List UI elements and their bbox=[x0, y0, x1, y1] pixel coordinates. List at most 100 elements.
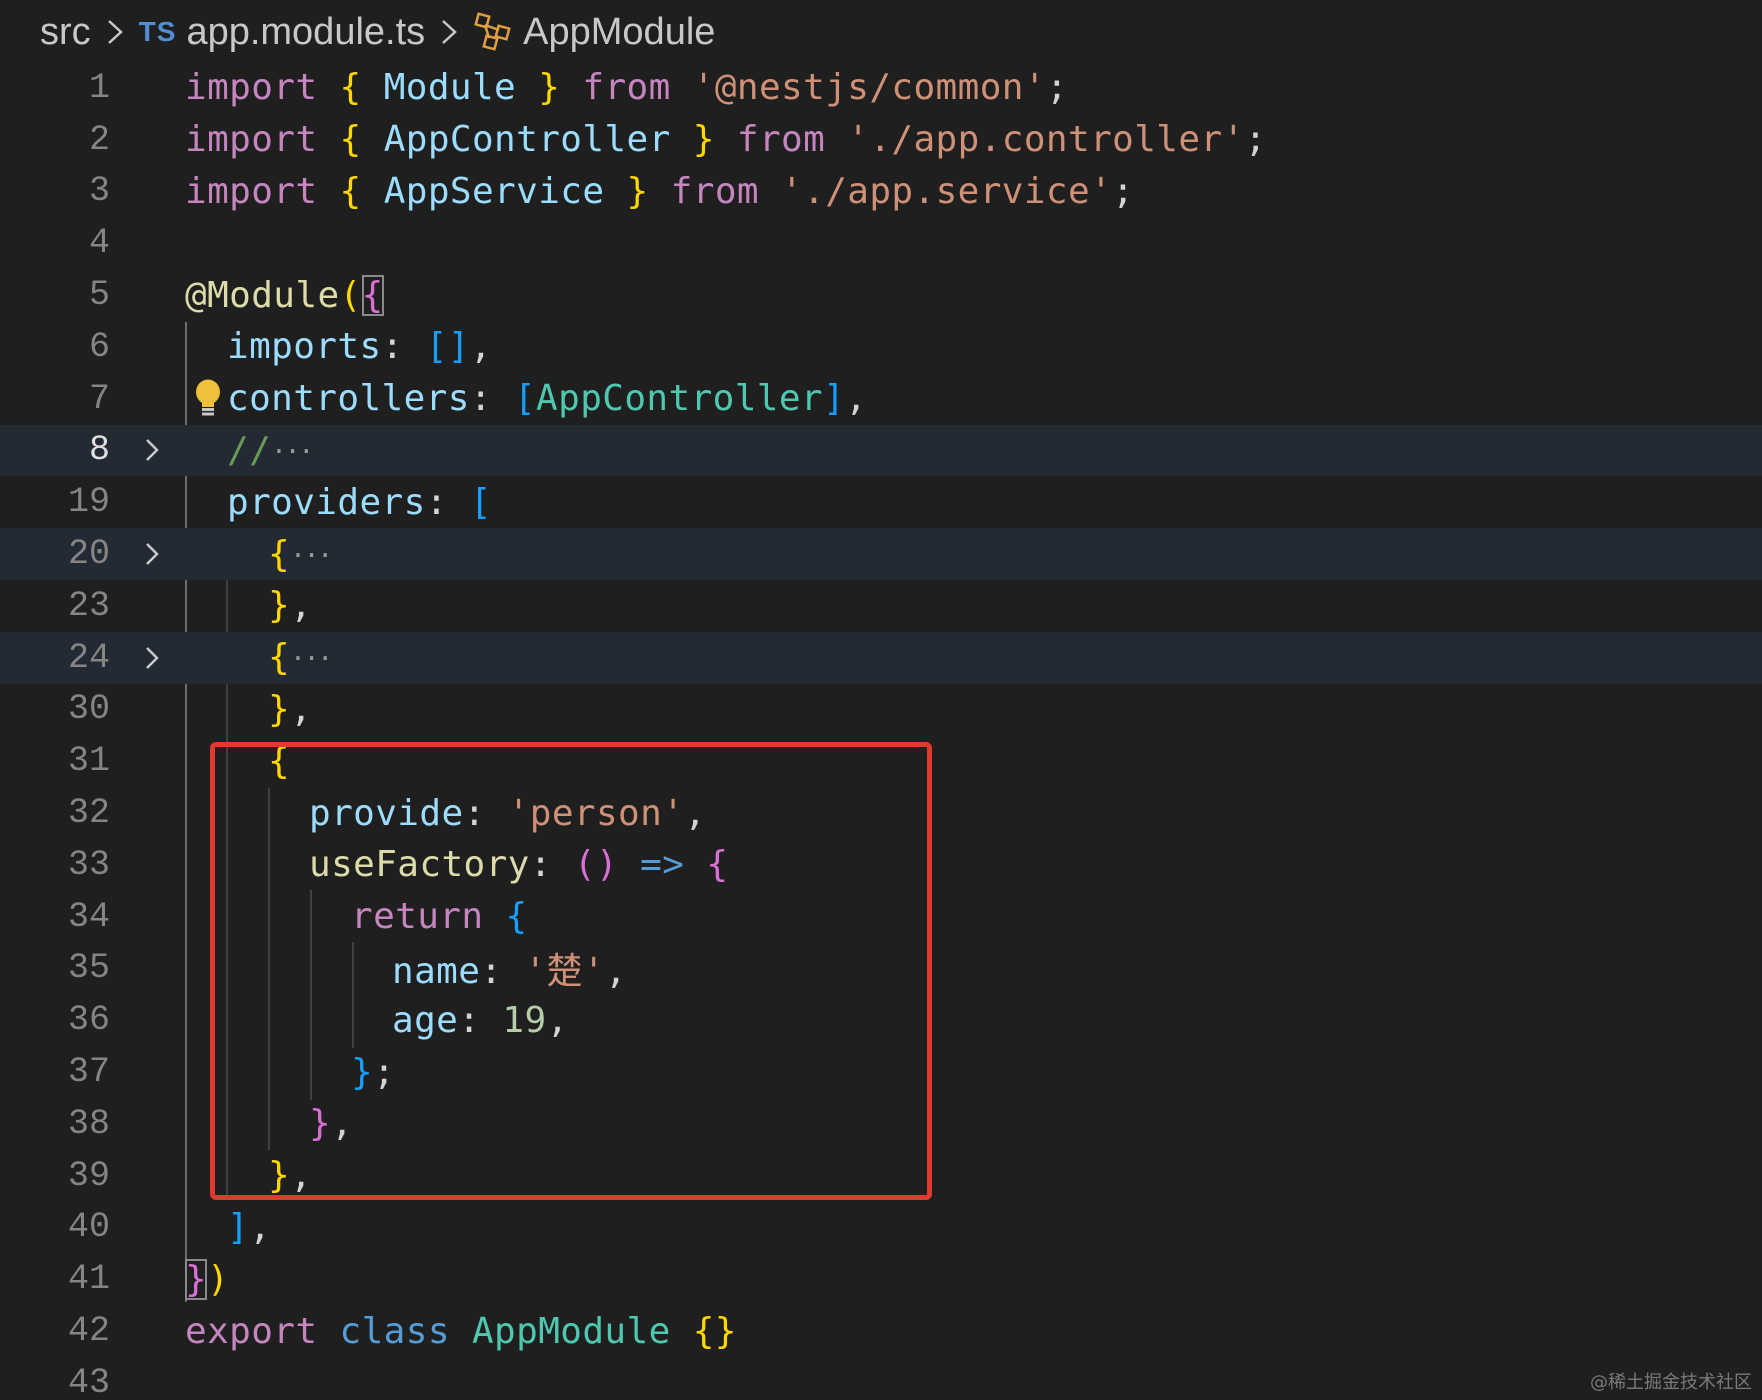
code-line[interactable]: 38 }, bbox=[0, 1098, 1762, 1150]
code-line-folded[interactable]: 8 //··· bbox=[0, 424, 1762, 477]
code-token: 19 bbox=[502, 999, 547, 1041]
code-token: [ bbox=[469, 481, 492, 523]
line-number: 32 bbox=[67, 793, 110, 834]
code-line[interactable]: 23 }, bbox=[0, 580, 1762, 632]
line-number: 7 bbox=[88, 378, 110, 419]
code-token: } bbox=[309, 1103, 332, 1145]
code-lines[interactable]: 1 import { Module } from '@nestjs/common… bbox=[0, 62, 1762, 1400]
code-token: { bbox=[339, 170, 362, 212]
line-number: 3 bbox=[88, 171, 110, 212]
breadcrumb-file[interactable]: app.module.ts bbox=[186, 11, 425, 54]
code-line[interactable]: 34 return { bbox=[0, 891, 1762, 943]
code-line[interactable]: 19 providers: [ bbox=[0, 476, 1762, 528]
code-line[interactable]: 3 import { AppService } from './app.serv… bbox=[0, 166, 1762, 218]
code-token: { bbox=[268, 740, 291, 782]
code-line[interactable]: 37 }; bbox=[0, 1046, 1762, 1098]
code-token: import bbox=[185, 119, 318, 161]
code-token: import bbox=[185, 170, 318, 212]
line-number: 1 bbox=[88, 67, 110, 108]
chevron-right-icon bbox=[105, 15, 125, 49]
fold-ellipsis[interactable]: ··· bbox=[271, 437, 314, 467]
code-line[interactable]: 43 bbox=[0, 1357, 1762, 1400]
code-token: , bbox=[290, 1155, 313, 1197]
code-line[interactable]: 7 controllers: [AppController], bbox=[0, 373, 1762, 425]
code-line[interactable]: 40 ], bbox=[0, 1202, 1762, 1254]
code-token: , bbox=[845, 378, 868, 420]
code-line[interactable]: 33 useFactory: () => { bbox=[0, 839, 1762, 891]
code-token: AppController bbox=[383, 119, 671, 161]
fold-ellipsis[interactable]: ··· bbox=[290, 644, 333, 674]
code-token: } bbox=[268, 688, 291, 730]
line-number: 34 bbox=[67, 896, 110, 937]
code-token: ; bbox=[1045, 67, 1069, 109]
code-line[interactable]: 30 }, bbox=[0, 684, 1762, 736]
breadcrumb-folder[interactable]: src bbox=[40, 11, 91, 54]
code-line[interactable]: 32 provide: 'person', bbox=[0, 787, 1762, 839]
line-number: 36 bbox=[67, 1000, 110, 1041]
code-token: name bbox=[392, 951, 481, 993]
lightbulb-icon[interactable] bbox=[193, 378, 223, 418]
chevron-right-icon[interactable] bbox=[140, 433, 164, 467]
line-number: 6 bbox=[88, 326, 110, 367]
code-token: {} bbox=[692, 1310, 737, 1352]
code-token: { bbox=[268, 637, 291, 679]
code-line[interactable]: 39 }, bbox=[0, 1150, 1762, 1202]
code-token: AppController bbox=[536, 378, 824, 420]
code-line-folded[interactable]: 20 {··· bbox=[0, 528, 1762, 580]
code-token: [ bbox=[513, 378, 537, 420]
code-line[interactable]: 5 @Module({ bbox=[0, 269, 1762, 321]
line-number: 24 bbox=[67, 637, 110, 678]
code-token: @Module bbox=[185, 274, 340, 316]
line-number: 30 bbox=[67, 689, 110, 730]
chevron-right-icon[interactable] bbox=[140, 537, 164, 571]
line-number: 38 bbox=[67, 1103, 110, 1144]
code-token: , bbox=[290, 688, 313, 730]
code-token: from bbox=[582, 67, 671, 109]
matched-bracket: } bbox=[185, 1258, 208, 1300]
code-line[interactable]: 35 name: '楚', bbox=[0, 943, 1762, 995]
code-line[interactable]: 2 import { AppController } from './app.c… bbox=[0, 114, 1762, 166]
code-token: } bbox=[268, 1155, 291, 1197]
code-line[interactable]: 42 export class AppModule {} bbox=[0, 1305, 1762, 1357]
code-token: { bbox=[268, 533, 291, 575]
line-number: 37 bbox=[67, 1052, 110, 1093]
code-token: // bbox=[227, 429, 272, 471]
code-token: : bbox=[425, 481, 470, 523]
code-token: return bbox=[351, 896, 484, 938]
code-line[interactable]: 41 }) bbox=[0, 1253, 1762, 1305]
code-token: : bbox=[469, 378, 514, 420]
code-token: provide bbox=[309, 792, 464, 834]
code-line[interactable]: 36 age: 19, bbox=[0, 994, 1762, 1046]
code-token: '楚' bbox=[524, 951, 606, 993]
chevron-right-icon[interactable] bbox=[140, 641, 164, 675]
code-line[interactable]: 4 bbox=[0, 217, 1762, 269]
matched-bracket: { bbox=[361, 274, 384, 316]
line-number: 33 bbox=[67, 844, 110, 885]
code-token: { bbox=[339, 119, 362, 161]
code-token: } bbox=[351, 1051, 374, 1093]
code-line[interactable]: 1 import { Module } from '@nestjs/common… bbox=[0, 62, 1762, 114]
line-number: 20 bbox=[67, 534, 110, 575]
code-token: Module bbox=[383, 67, 517, 109]
code-token: } bbox=[626, 170, 649, 212]
code-token: : bbox=[458, 999, 503, 1041]
code-line[interactable]: 31 { bbox=[0, 735, 1762, 787]
code-token: class bbox=[339, 1310, 450, 1352]
line-number: 5 bbox=[88, 275, 110, 316]
code-line-folded[interactable]: 24 {··· bbox=[0, 631, 1762, 684]
code-token: => bbox=[640, 844, 685, 886]
code-token: , bbox=[469, 326, 492, 368]
code-line[interactable]: 6 imports: [], bbox=[0, 321, 1762, 373]
breadcrumb-symbol[interactable]: AppModule bbox=[523, 11, 715, 54]
fold-ellipsis[interactable]: ··· bbox=[290, 541, 333, 571]
code-token: , bbox=[605, 951, 628, 993]
